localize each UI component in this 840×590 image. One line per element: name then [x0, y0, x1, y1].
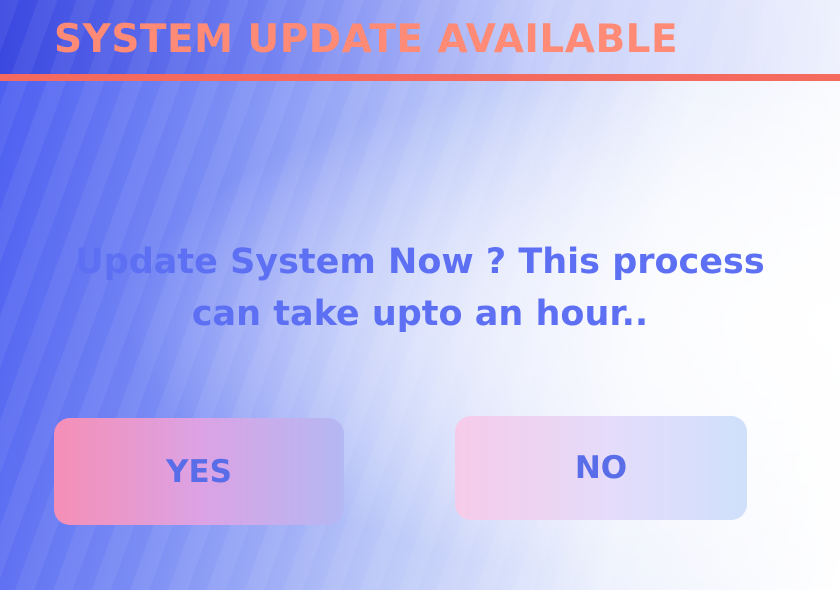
dialog-message: Update System Now ? This process can tak… — [0, 236, 840, 340]
update-dialog-screen: SYSTEM UPDATE AVAILABLE Update System No… — [0, 0, 840, 590]
no-button-label: NO — [574, 450, 628, 486]
dialog-title: SYSTEM UPDATE AVAILABLE — [54, 17, 679, 62]
message-line-2: can take upto an hour.. — [191, 294, 649, 334]
no-button[interactable]: NO — [455, 416, 747, 520]
yes-button-label: YES — [166, 453, 232, 490]
title-divider — [0, 74, 840, 81]
message-line-1: Update System Now ? This process — [75, 242, 765, 282]
yes-button[interactable]: YES — [54, 418, 344, 525]
